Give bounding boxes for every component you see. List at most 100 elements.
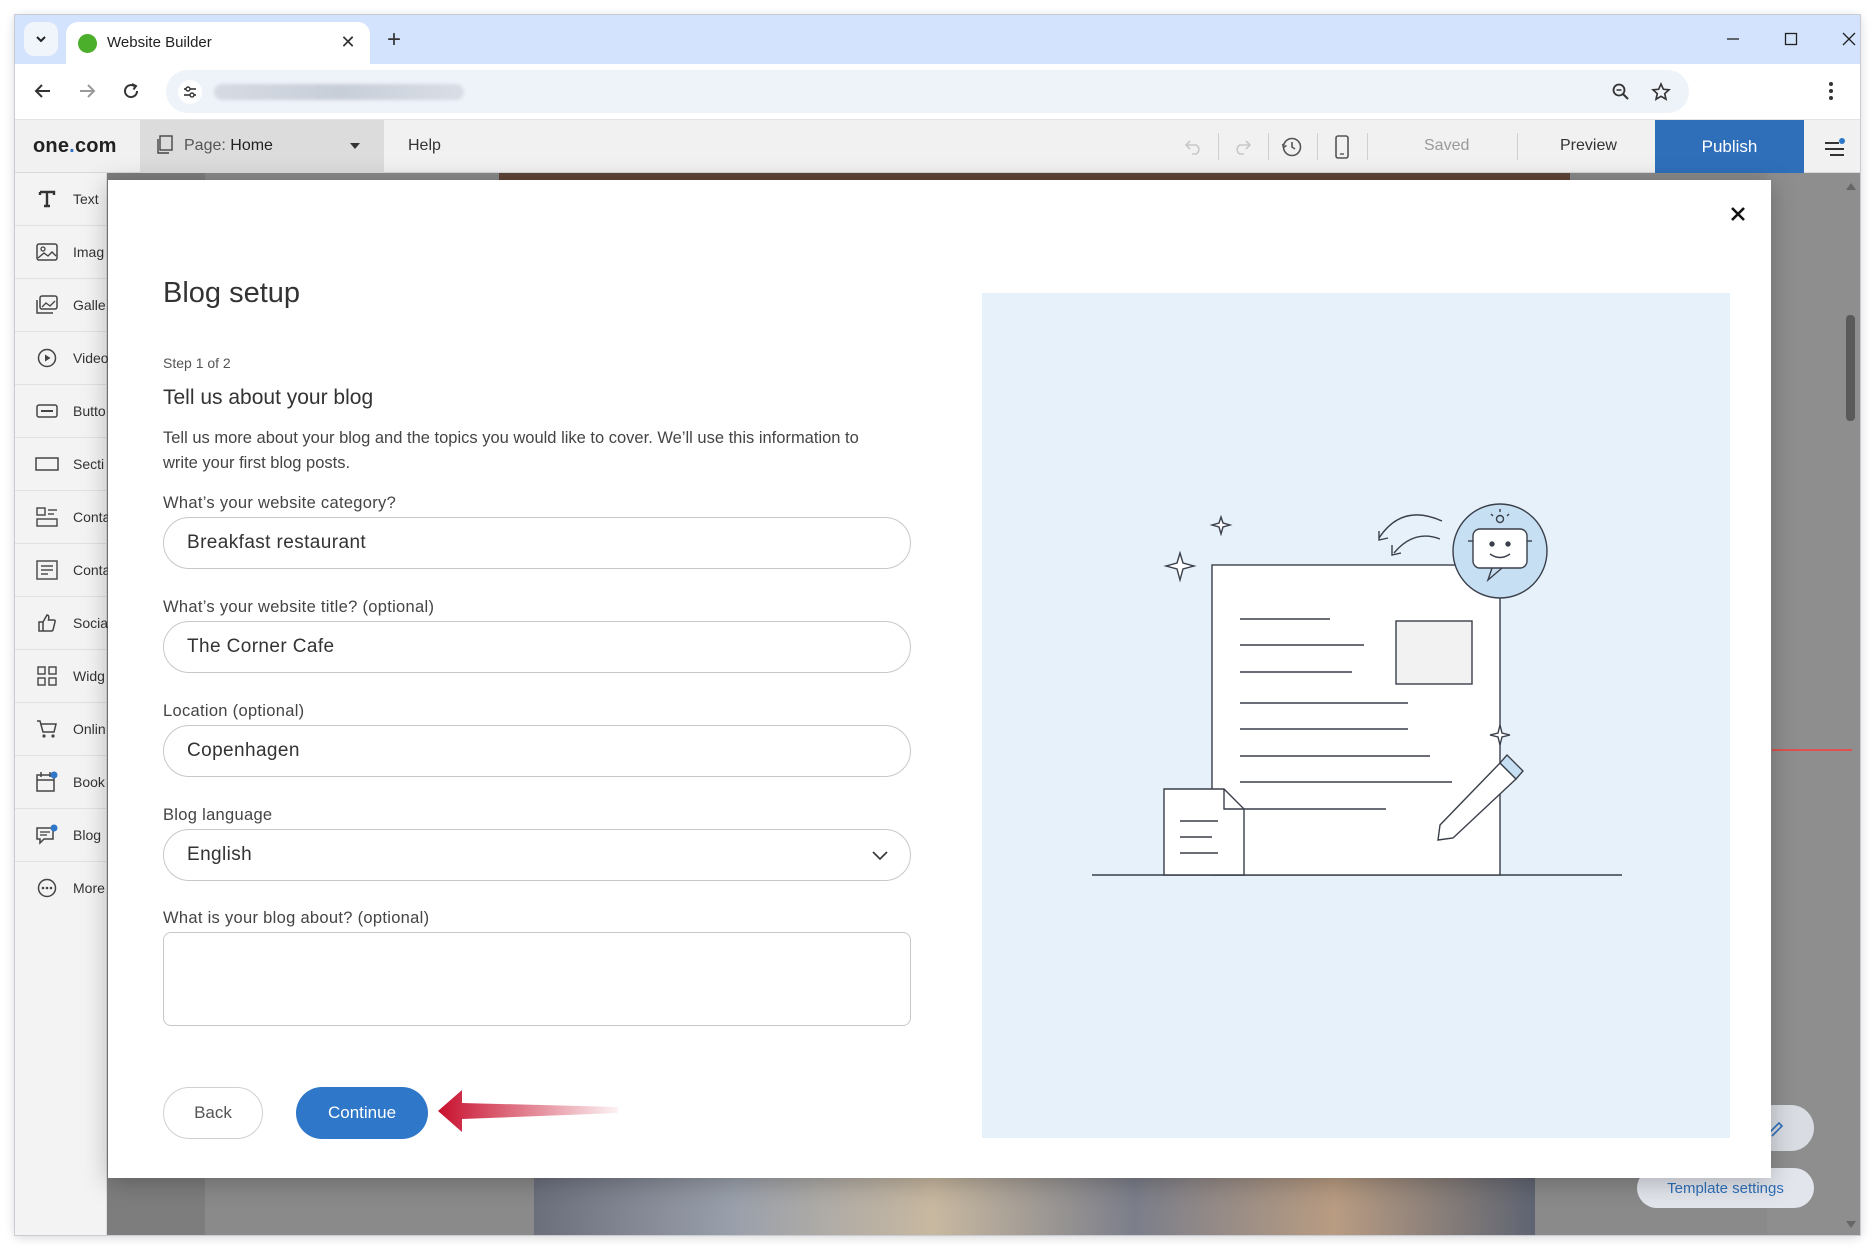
sidebar-item-section[interactable]: Secti [15,438,107,491]
bookmark-star-icon[interactable] [1648,79,1674,105]
blog-illustration-panel [982,293,1730,1138]
favicon-icon [78,34,97,53]
panel-menu-icon[interactable] [1824,137,1846,157]
button-icon [35,399,59,423]
sidebar-item-contact[interactable]: Conta [15,491,110,544]
browser-window: Website Builder ✕ + one.com Page: Home H… [15,15,1860,1235]
more-icon [35,876,59,900]
divider [1367,133,1368,160]
arrow-right-icon [80,84,96,98]
reload-icon [124,83,139,99]
page-icon [157,135,173,154]
caret-down-icon [350,143,360,149]
contact-form-icon [35,558,59,582]
video-icon [35,346,59,370]
sidebar-item-label: Text [73,191,99,207]
website-title-input[interactable]: The Corner Cafe [163,621,911,673]
help-link[interactable]: Help [408,137,441,155]
sidebar-item-text[interactable]: Text [15,173,107,226]
publish-button[interactable]: Publish [1655,120,1804,173]
component-sidebar: Text Imag Galle Video Butto Secti Conta [15,173,111,1235]
sidebar-item-label: More [73,880,105,896]
kebab-menu-icon [1829,82,1833,100]
sidebar-item-blog[interactable]: Blog [15,809,107,862]
text-icon [35,187,59,211]
sidebar-item-label: Widg [73,668,105,684]
close-tab-icon[interactable]: ✕ [336,30,360,54]
reload-button[interactable] [116,76,146,106]
preview-button[interactable]: Preview [1560,137,1617,155]
scrollbar-thumb[interactable] [1846,315,1855,421]
modal-close-button[interactable] [1724,200,1752,228]
gallery-icon [35,293,59,317]
new-tab-button[interactable]: + [381,26,407,53]
sidebar-item-label: Conta [73,562,111,578]
logo-main: one [33,135,70,157]
sidebar-item-button[interactable]: Butto [15,385,107,438]
section-guide-line [1772,749,1852,751]
site-settings-icon[interactable] [178,80,202,104]
sidebar-item-label: Butto [73,403,106,419]
mobile-view-icon[interactable] [1329,134,1355,160]
blog-setup-modal: Blog setup Step 1 of 2 Tell us about you… [108,180,1771,1178]
history-icon[interactable] [1279,134,1305,160]
step-indicator: Step 1 of 2 [163,355,231,371]
sidebar-item-booking[interactable]: Book [15,756,107,809]
browser-tab[interactable]: Website Builder ✕ [66,22,370,64]
address-bar[interactable] [166,70,1689,113]
zoom-icon[interactable] [1608,79,1634,105]
divider [1317,133,1318,160]
minimize-button[interactable] [1713,25,1753,53]
sidebar-item-widget[interactable]: Widg [15,650,107,703]
undo-icon[interactable] [1180,134,1206,160]
location-label: Location (optional) [163,702,305,720]
sidebar-item-video[interactable]: Video [15,332,109,385]
language-select[interactable]: English [163,829,911,881]
sidebar-item-contact-form[interactable]: Conta [15,544,111,597]
forward-nav-button[interactable] [72,76,102,106]
back-nav-button[interactable] [28,76,58,106]
red-arrow-pointer [438,1090,618,1132]
close-icon [1842,32,1856,46]
modal-description: Tell us more about your blog and the top… [163,429,859,472]
blog-about-textarea[interactable] [163,932,911,1026]
sidebar-item-gallery[interactable]: Galle [15,279,107,332]
divider [1517,133,1518,160]
maximize-icon [1784,32,1798,46]
page-name: Home [230,137,273,154]
redo-icon[interactable] [1230,134,1256,160]
logo-tld: com [74,135,117,157]
sidebar-item-image[interactable]: Imag [15,226,107,279]
category-label: What’s your website category? [163,494,397,512]
sidebar-item-label: Secti [73,456,105,472]
close-window-button[interactable] [1829,25,1860,53]
close-icon [1731,207,1745,221]
back-button[interactable]: Back [163,1087,263,1139]
booking-icon [35,770,59,794]
browser-menu-button[interactable] [1816,76,1846,106]
contact-icon [35,505,59,529]
sidebar-item-online-shop[interactable]: Onlin [15,703,107,756]
chevron-down-icon [872,851,888,861]
sidebar-item-label: Book [73,774,105,790]
continue-button[interactable]: Continue [296,1087,428,1139]
cart-icon [35,717,59,741]
scroll-up-icon[interactable] [1845,181,1857,191]
sidebar-item-more[interactable]: More [15,862,107,915]
modal-title: Blog setup [163,277,301,309]
tab-search-button[interactable] [24,22,58,56]
sidebar-item-label: Video [73,350,109,366]
maximize-button[interactable] [1771,25,1811,53]
browser-toolbar [15,64,1860,120]
page-selector[interactable]: Page: Home [140,120,384,173]
sidebar-item-label: Blog [73,827,102,843]
hero-image [534,1178,1535,1235]
one-com-logo[interactable]: one.com [33,135,117,158]
arrow-left-icon [34,84,50,98]
sidebar-item-social[interactable]: Socia [15,597,108,650]
divider [1268,133,1269,160]
scroll-down-icon[interactable] [1845,1220,1857,1230]
category-input[interactable]: Breakfast restaurant [163,517,911,569]
minimize-icon [1727,38,1739,40]
location-input[interactable]: Copenhagen [163,725,911,777]
